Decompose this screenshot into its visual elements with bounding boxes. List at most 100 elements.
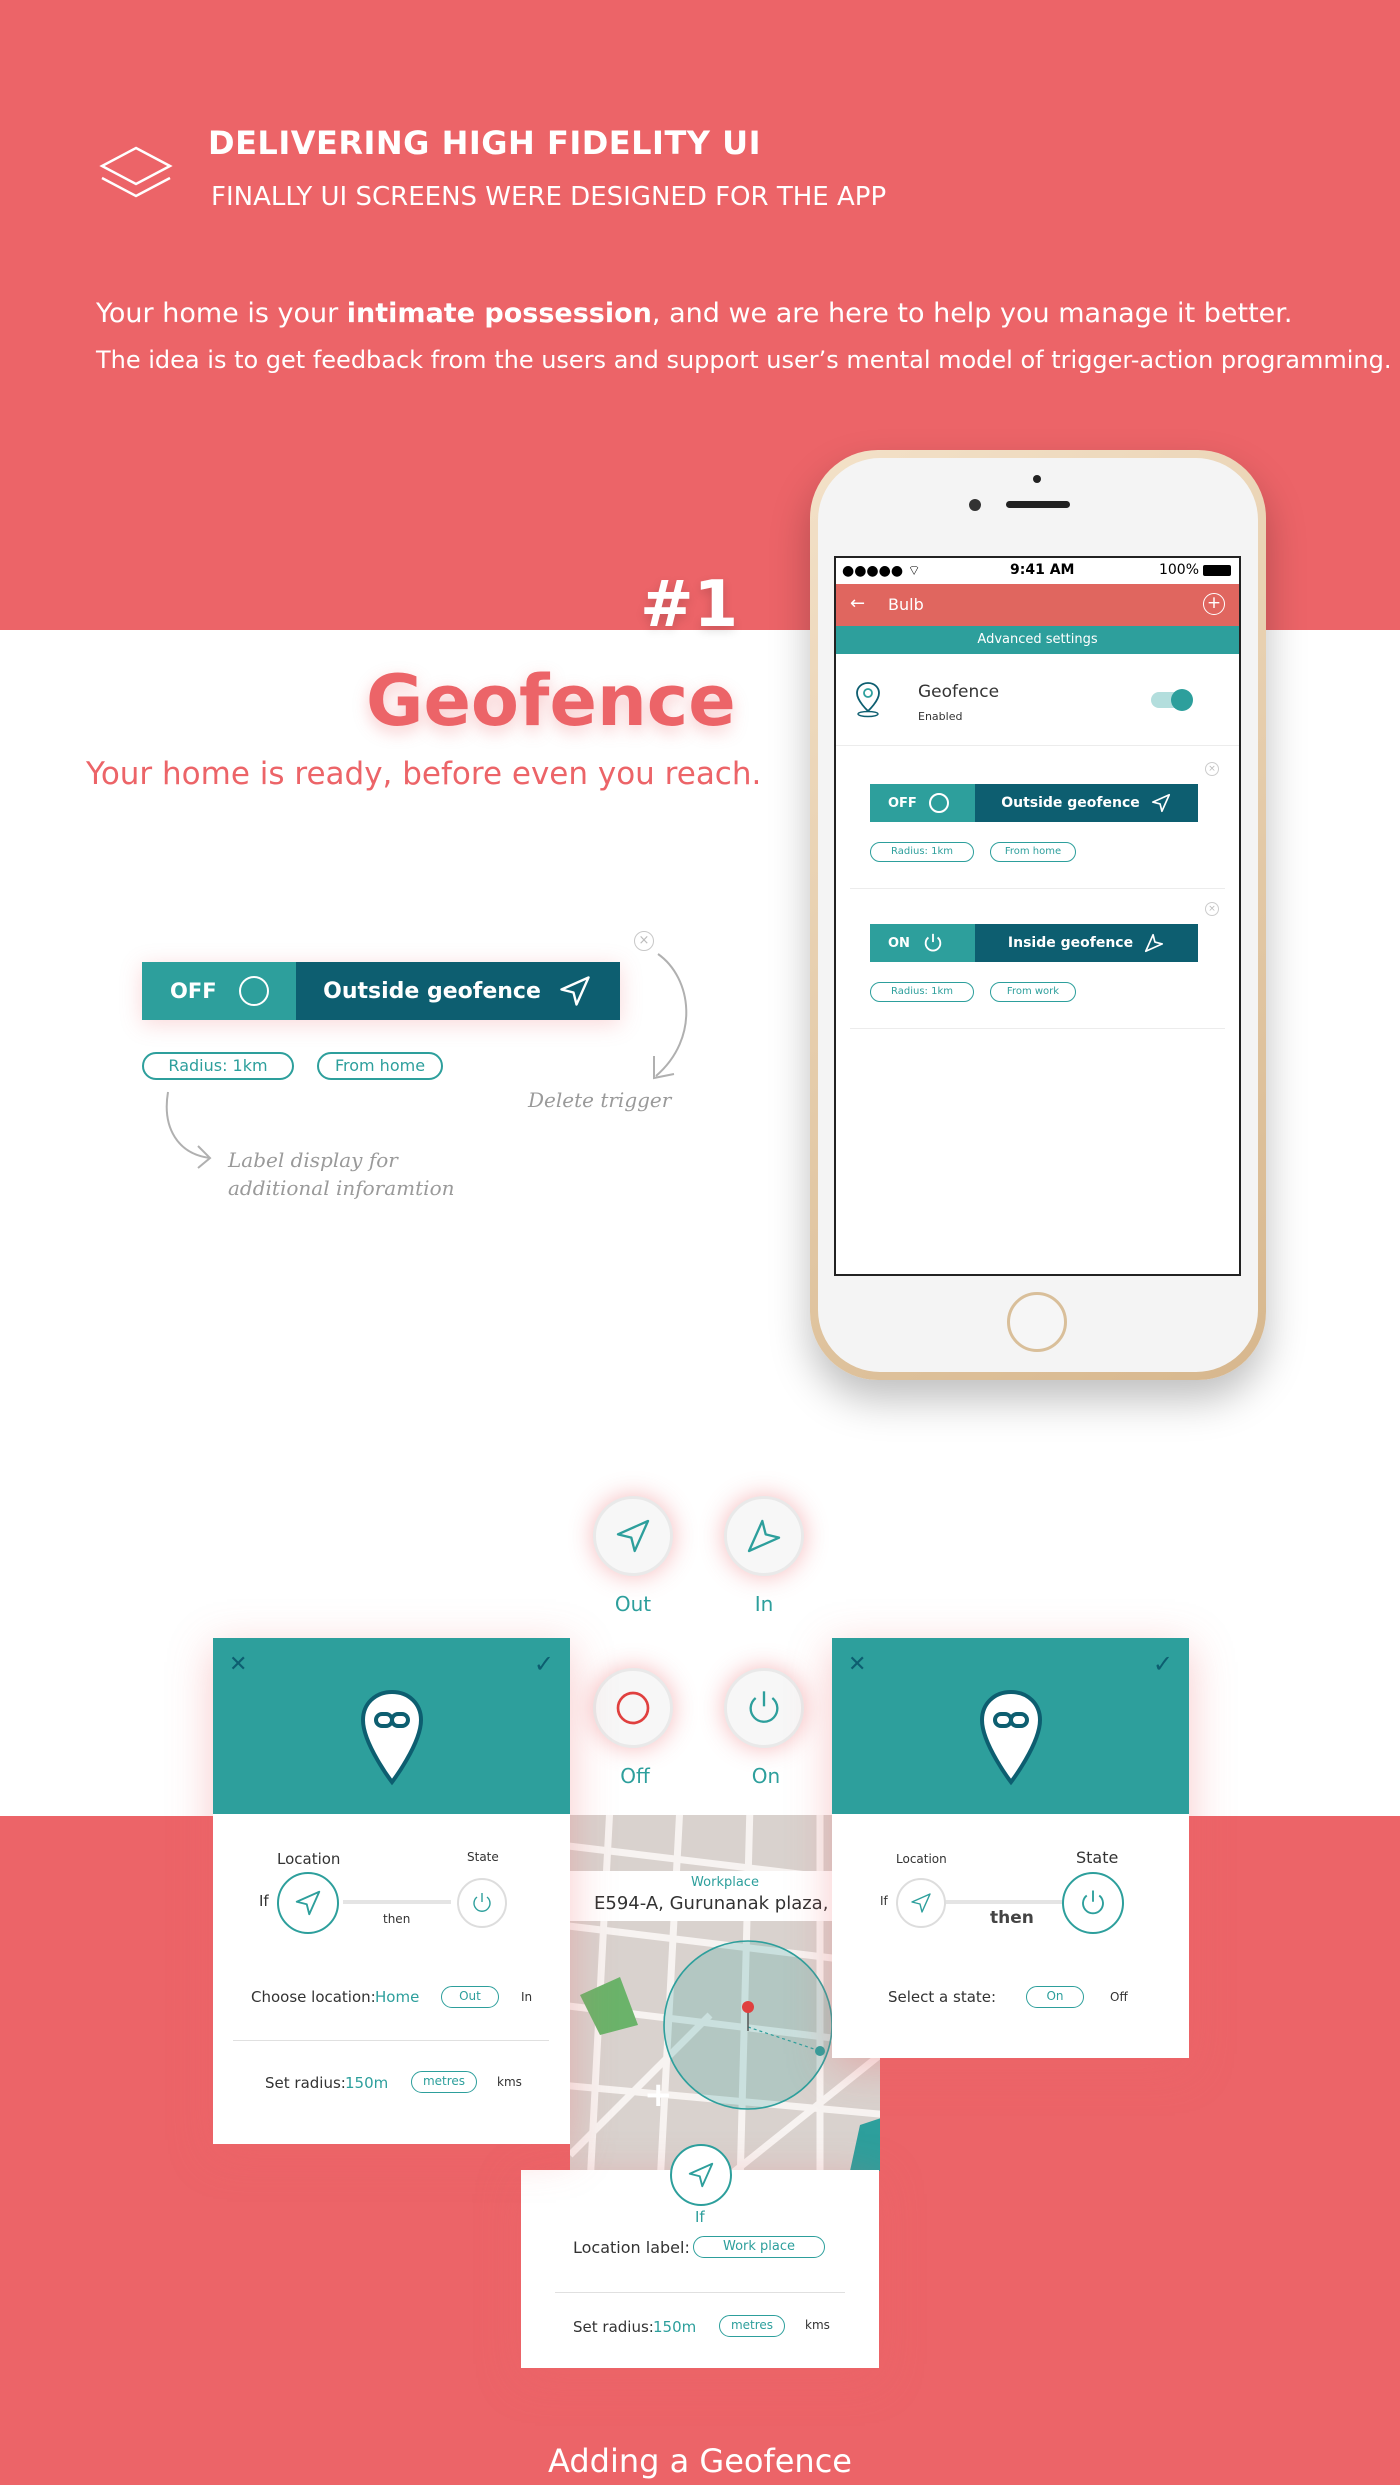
trigger-demo[interactable]: OFF Outside geofence: [142, 962, 620, 1020]
location-label-input[interactable]: Work place: [693, 2236, 825, 2258]
state-heading: State: [1076, 1848, 1119, 1867]
delete-trigger-2-icon[interactable]: ×: [1205, 902, 1219, 916]
location-card: ✕ ✓ Location State If then Choose locati…: [213, 1638, 570, 2144]
note-label-display-1: Label display for: [228, 1148, 398, 1172]
add-icon[interactable]: +: [1203, 593, 1225, 615]
flow-track: [944, 1900, 1066, 1904]
location-ring[interactable]: [277, 1872, 339, 1934]
trigger-state-label: OFF: [170, 979, 217, 1003]
signal-icon: ●●●●● ⌔: [842, 563, 921, 579]
check-icon[interactable]: ✓: [534, 1650, 554, 1678]
status-time: 9:41 AM: [1010, 562, 1075, 578]
location-pin-icon: [856, 682, 880, 718]
if-label: If: [259, 1892, 269, 1910]
metres-option[interactable]: metres: [719, 2315, 785, 2337]
phone-camera: [969, 499, 981, 511]
phone-trigger-2-label[interactable]: Inside geofence: [975, 924, 1198, 962]
app-bar-title: Bulb: [888, 595, 924, 614]
trigger-label[interactable]: Outside geofence: [296, 962, 620, 1020]
power-icon: [749, 1691, 779, 1723]
toggle-knob: [1171, 689, 1193, 711]
footer-title: Adding a Geofence: [548, 2442, 852, 2480]
header-subtitle: FINALLY UI SCREENS WERE DESIGNED FOR THE…: [211, 182, 887, 212]
section-title: Geofence: [366, 660, 736, 742]
set-radius-label: Set radius:: [265, 2074, 346, 2092]
location-heading: Location: [896, 1852, 947, 1866]
location-label-text: Location label:: [573, 2238, 690, 2257]
navigation-arrow-icon: [688, 2162, 714, 2188]
location-home[interactable]: Home: [375, 1988, 419, 2006]
close-icon[interactable]: ✕: [848, 1652, 866, 1677]
delete-trigger-1-icon[interactable]: ×: [1205, 762, 1219, 776]
back-arrow-icon[interactable]: ←: [850, 593, 865, 614]
kms-option[interactable]: kms: [805, 2318, 830, 2332]
if-location-ring[interactable]: [670, 2144, 732, 2206]
metres-option[interactable]: metres: [411, 2071, 477, 2093]
location-ring[interactable]: [896, 1878, 946, 1928]
in-option[interactable]: [724, 1496, 804, 1576]
navigation-arrow-icon: [616, 1519, 650, 1553]
out-option[interactable]: [593, 1496, 673, 1576]
radius-value[interactable]: 150m: [345, 2074, 388, 2092]
phone-trigger-1-label[interactable]: Outside geofence: [975, 784, 1198, 822]
geofence-name: Geofence: [918, 682, 1000, 702]
radius-tag: Radius: 1km: [142, 1052, 294, 1080]
state-heading: State: [467, 1850, 499, 1864]
divider: [850, 888, 1225, 889]
if-label: If: [880, 1894, 888, 1908]
state-card: ✕ ✓ Location State If then Select a stat…: [832, 1638, 1189, 2058]
location-heading: Location: [277, 1850, 341, 1868]
zoom-in-icon[interactable]: +: [644, 2075, 673, 2115]
phone-trigger-2-from: From work: [990, 982, 1076, 1002]
battery-icon: [1203, 564, 1231, 576]
state-ring[interactable]: [457, 1878, 507, 1928]
power-icon: [1082, 1890, 1104, 1915]
off-label: Off: [620, 1764, 650, 1788]
on-option-pill[interactable]: On: [1026, 1986, 1084, 2008]
power-icon: [924, 933, 942, 952]
phone-trigger-1-state[interactable]: OFF: [870, 784, 975, 822]
inward-arrow-icon: [747, 1519, 781, 1553]
divider: [850, 1028, 1225, 1029]
phone-trigger-2[interactable]: ON Inside geofence: [870, 924, 1198, 962]
on-option[interactable]: [724, 1668, 804, 1748]
intro-line-2: The idea is to get feedback from the use…: [96, 346, 1392, 374]
location-link-pin-icon: [360, 1689, 423, 1786]
header-title: DELIVERING HIGH FIDELITY UI: [208, 124, 761, 162]
then-label: then: [990, 1908, 1034, 1928]
check-icon[interactable]: ✓: [1153, 1650, 1173, 1678]
geofence-row[interactable]: Geofence Enabled: [836, 654, 1239, 746]
radius-value[interactable]: 150m: [653, 2318, 696, 2336]
off-option[interactable]: [593, 1668, 673, 1748]
section-number: #1: [640, 568, 739, 642]
phone-screen: ●●●●● ⌔ 9:41 AM 100% ← Bulb + Advanced s…: [834, 556, 1241, 1276]
battery-text: 100%: [1158, 562, 1199, 578]
phone-trigger-2-label-text: Inside geofence: [1007, 935, 1134, 951]
geofence-toggle[interactable]: [1151, 689, 1193, 711]
delete-arrow-annotation: [653, 953, 688, 1080]
trigger-state-toggle[interactable]: OFF: [142, 962, 296, 1020]
inward-arrow-icon: [1145, 933, 1164, 953]
divider: [233, 2040, 549, 2041]
phone-trigger-1[interactable]: OFF Outside geofence: [870, 784, 1198, 822]
off-option-text[interactable]: Off: [1110, 1990, 1128, 2004]
in-option-text[interactable]: In: [521, 1990, 532, 2004]
note-label-display-2: additional inforamtion: [228, 1176, 455, 1200]
trigger-label-text: Outside geofence: [323, 978, 541, 1004]
phone-home-button[interactable]: [1007, 1292, 1067, 1352]
advanced-settings-bar[interactable]: Advanced settings: [836, 626, 1239, 654]
divider: [555, 2292, 845, 2293]
select-state-label: Select a state:: [888, 1988, 997, 2006]
flow-track: [343, 1900, 451, 1904]
phone-trigger-1-radius: Radius: 1km: [870, 842, 974, 862]
state-ring[interactable]: [1062, 1872, 1124, 1934]
card-header: ✕ ✓: [213, 1638, 570, 1814]
choose-location-label: Choose location:: [251, 1988, 376, 2006]
out-option-pill[interactable]: Out: [441, 1986, 499, 2008]
close-icon[interactable]: ✕: [229, 1652, 247, 1677]
kms-option[interactable]: kms: [497, 2075, 522, 2089]
phone-trigger-2-state[interactable]: ON: [870, 924, 975, 962]
from-tag: From home: [317, 1052, 443, 1080]
phone-trigger-1-state-label: OFF: [888, 795, 917, 811]
off-circle-icon: [616, 1691, 650, 1725]
